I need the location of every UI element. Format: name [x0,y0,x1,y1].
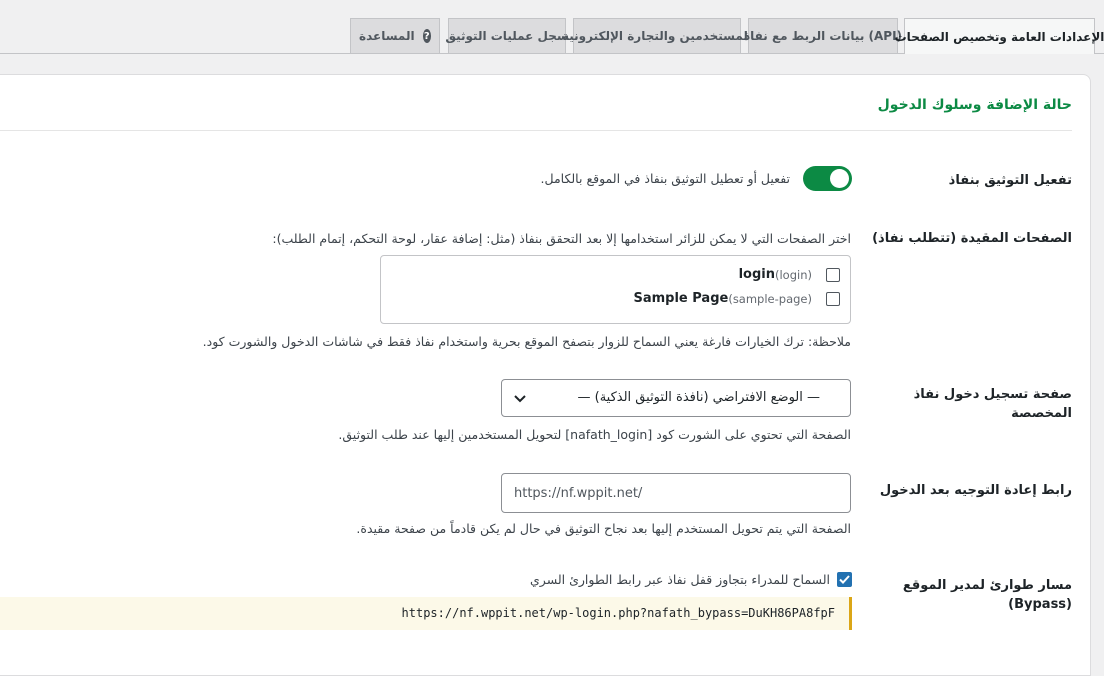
help-icon: ? [422,29,431,43]
tab-auth-log[interactable]: سجل عمليات التوثيق [445,18,569,53]
login-page-description: الصفحة التي تحتوي على الشورت كود [nafath… [338,427,851,442]
settings-panel: حالة الإضافة وسلوك الدخول تفعيل التوثيق … [0,74,1091,676]
tab-general-settings[interactable]: الإعدادات العامة وتخصيص الصفحات [895,18,1104,54]
page-title: Sample Page [633,291,729,306]
section-title: حالة الإضافة وسلوك الدخول [877,97,1072,113]
redirect-description: الصفحة التي يتم تحويل المستخدم إليها بعد… [356,521,851,536]
restricted-label: الصفحات المقيدة (تتطلب نفاذ) [872,231,1072,246]
check-icon [839,575,850,584]
tab-auth-log-label: سجل عمليات التوثيق [445,29,569,43]
login-page-select[interactable]: — الوضع الافتراضي (نافذة التوثيق الذكية)… [501,379,851,417]
restricted-note: ملاحظة: ترك الخيارات فارغة يعني السماح ل… [202,334,851,349]
tab-help[interactable]: المساعدة ? [350,18,440,53]
restricted-pages-list: (login) login (sample-page) Sample Page [380,255,851,324]
tab-general-settings-label: الإعدادات العامة وتخصيص الصفحات [894,29,1104,44]
tab-api[interactable]: بيانات الربط مع نفاذ (API) [744,18,902,53]
login-page-selected: — الوضع الافتراضي (نافذة التوثيق الذكية)… [577,390,820,405]
tab-api-label: بيانات الربط مع نفاذ (API) [743,29,903,43]
bypass-checkbox[interactable] [837,572,852,587]
chevron-down-icon [514,395,526,403]
settings-tabs: المساعدة ? سجل عمليات التوثيق المستخدمين… [0,0,1104,54]
bypass-label: مسار طوارئ لمدير الموقع (Bypass) [902,578,1072,612]
enable-toggle[interactable] [803,166,852,191]
page-slug: (login) [774,267,812,282]
redirect-url-input[interactable] [501,473,851,513]
page-title: login [738,267,775,282]
page-checkbox-sample[interactable] [826,291,840,306]
page-slug: (sample-page) [728,291,812,306]
enable-label: تفعيل التوثيق بنفاذ [948,173,1072,188]
tab-users-ecommerce[interactable]: المستخدمين والتجارة الإلكترونية [562,18,752,53]
login-page-label: صفحة تسجيل دخول نفاذ المخصصة [913,387,1072,421]
tab-users-ecommerce-label: المستخدمين والتجارة الإلكترونية [562,29,752,43]
redirect-label: رابط إعادة التوجيه بعد الدخول [879,483,1072,498]
section-divider [0,130,1072,131]
bypass-checkbox-label: السماح للمدراء بتجاوز قفل نفاذ عبر رابط … [530,572,830,587]
tab-help-label: المساعدة [359,29,415,43]
bypass-url: https://nf.wppit.net/wp-login.php?nafath… [401,606,835,620]
page-option-login[interactable]: (login) login [739,267,840,282]
restricted-description: اختر الصفحات التي لا يمكن للزائر استخدام… [272,231,851,246]
page-option-sample[interactable]: (sample-page) Sample Page [633,291,840,306]
bypass-url-box: https://nf.wppit.net/wp-login.php?nafath… [0,597,852,630]
toggle-knob [830,169,849,188]
enable-description: تفعيل أو تعطيل التوثيق بنفاذ في الموقع ب… [540,171,790,186]
page-checkbox-login[interactable] [826,267,840,282]
